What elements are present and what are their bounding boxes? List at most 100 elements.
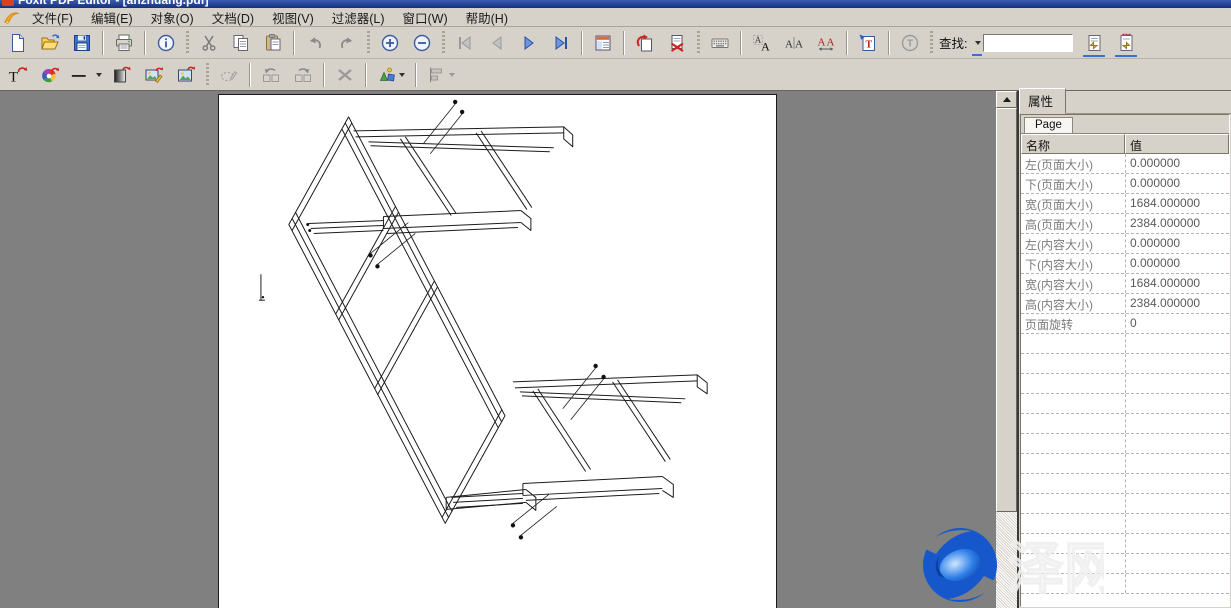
property-row[interactable]: 左(页面大小) 0.000000 — [1021, 154, 1229, 174]
char-width-button[interactable]: A A — [813, 30, 839, 56]
chevron-down-icon[interactable] — [96, 73, 102, 77]
virtual-keyboard-button[interactable] — [707, 30, 733, 56]
chevron-down-icon[interactable] — [449, 73, 455, 77]
property-value: 0 — [1125, 314, 1229, 333]
menu-window[interactable]: 窗口(W) — [394, 7, 457, 28]
redo-button[interactable] — [334, 30, 360, 56]
add-shape-object-button[interactable] — [374, 62, 408, 88]
property-value: 1684.000000 — [1125, 194, 1229, 213]
add-text-note-button[interactable]: T — [855, 30, 881, 56]
paste-button[interactable] — [260, 30, 286, 56]
zoom-out-button[interactable] — [409, 30, 435, 56]
property-value: 2384.000000 — [1125, 214, 1229, 233]
property-name: 宽(页面大小) — [1021, 194, 1125, 213]
svg-text:A: A — [827, 36, 835, 48]
tab-properties[interactable]: 属性 — [1019, 88, 1066, 114]
property-row[interactable]: 下(内容大小) 0.000000 — [1021, 254, 1229, 274]
line-icon — [70, 65, 94, 85]
menu-view[interactable]: 视图(V) — [263, 7, 323, 28]
property-row[interactable]: 下(页面大小) 0.000000 — [1021, 174, 1229, 194]
previous-page-icon — [487, 33, 507, 53]
toolbar-grip[interactable] — [186, 31, 189, 55]
embed-font-button[interactable]: A A — [781, 30, 807, 56]
next-page-button[interactable] — [516, 30, 542, 56]
scrollbar-thumb[interactable] — [996, 108, 1017, 512]
info-icon — [156, 33, 176, 53]
property-name: 下(内容大小) — [1021, 254, 1125, 273]
undo-icon — [305, 33, 325, 53]
rotate-right-button[interactable] — [290, 62, 316, 88]
property-row[interactable]: 左(内容大小) 0.000000 — [1021, 234, 1229, 254]
vertical-scrollbar[interactable] — [996, 91, 1017, 608]
zoom-in-icon — [380, 33, 400, 53]
toolbar-grip[interactable] — [367, 31, 370, 55]
property-row[interactable]: 页面旋转 0 — [1021, 314, 1229, 334]
rotate-left-button[interactable] — [258, 62, 284, 88]
menu-filter[interactable]: 过滤器(L) — [323, 7, 394, 28]
toolbar-separator — [740, 31, 742, 55]
undo-button[interactable] — [302, 30, 328, 56]
property-row[interactable]: 高(页面大小) 2384.000000 — [1021, 214, 1229, 234]
delete-page-button[interactable] — [664, 30, 690, 56]
svg-text:T: T — [9, 69, 18, 85]
add-image-object-button[interactable] — [173, 62, 199, 88]
import-page-button[interactable] — [632, 30, 658, 56]
print-button[interactable] — [111, 30, 137, 56]
document-canvas[interactable] — [0, 91, 996, 608]
toolbar-separator — [323, 63, 325, 87]
toolbar-grip[interactable] — [930, 31, 933, 55]
toolbar-grip[interactable] — [206, 63, 209, 87]
pdf-page[interactable] — [218, 94, 777, 608]
delete-object-button[interactable] — [332, 62, 358, 88]
find-history-dropdown[interactable] — [971, 32, 983, 54]
toolbar-separator — [623, 31, 625, 55]
replace-font-button[interactable]: A A — [749, 30, 775, 56]
cut-button[interactable] — [196, 30, 222, 56]
text-tool-button[interactable]: T — [897, 30, 923, 56]
add-shading-object-button[interactable] — [109, 62, 135, 88]
zoom-in-button[interactable] — [377, 30, 403, 56]
last-page-button[interactable] — [548, 30, 574, 56]
property-row-empty — [1021, 454, 1229, 474]
find-input[interactable] — [983, 34, 1073, 52]
select-rotate-object-button[interactable] — [216, 62, 242, 88]
copy-button[interactable] — [228, 30, 254, 56]
page-layout-button[interactable] — [590, 30, 616, 56]
toolbar-grip[interactable] — [697, 31, 700, 55]
property-row[interactable]: 宽(内容大小) 1684.000000 — [1021, 274, 1229, 294]
menu-object[interactable]: 对象(O) — [142, 7, 203, 28]
menu-help[interactable]: 帮助(H) — [457, 7, 517, 28]
tab-page[interactable]: Page — [1024, 117, 1073, 133]
find-in-document-button[interactable] — [1081, 30, 1107, 56]
menu-edit[interactable]: 编辑(E) — [82, 7, 142, 28]
menu-file[interactable]: 文件(F) — [23, 7, 82, 28]
open-file-button[interactable] — [37, 30, 63, 56]
next-page-icon — [519, 33, 539, 53]
property-name: 下(页面大小) — [1021, 174, 1125, 193]
document-info-button[interactable] — [153, 30, 179, 56]
new-document-button[interactable] — [5, 30, 31, 56]
scroll-up-button[interactable] — [996, 91, 1017, 108]
add-line-object-button[interactable] — [69, 62, 103, 88]
add-text-object-button[interactable]: T — [5, 62, 31, 88]
column-header-name[interactable]: 名称 — [1021, 134, 1125, 154]
menu-document[interactable]: 文档(D) — [203, 7, 263, 28]
property-row[interactable]: 宽(页面大小) 1684.000000 — [1021, 194, 1229, 214]
align-objects-button[interactable] — [424, 62, 458, 88]
previous-page-button[interactable] — [484, 30, 510, 56]
delete-page-icon — [667, 33, 687, 53]
title-bar: Foxit PDF Editor - [anzhuang.pdf] — [0, 0, 1231, 8]
save-button[interactable] — [69, 30, 95, 56]
chevron-down-icon[interactable] — [399, 73, 405, 77]
properties-table: 名称 值 左(页面大小) 0.000000 下(页面大小) 0.000000 宽… — [1021, 134, 1229, 594]
find-in-all-documents-button[interactable] — [1113, 30, 1139, 56]
edit-image-object-button[interactable] — [141, 62, 167, 88]
toolbar-objects: T — [0, 59, 1231, 91]
toolbar-separator — [144, 31, 146, 55]
toolbar-grip[interactable] — [442, 31, 445, 55]
color-wheel-icon — [40, 65, 60, 85]
first-page-button[interactable] — [452, 30, 478, 56]
property-row[interactable]: 高(内容大小) 2384.000000 — [1021, 294, 1229, 314]
add-color-object-button[interactable] — [37, 62, 63, 88]
column-header-value[interactable]: 值 — [1125, 134, 1229, 154]
